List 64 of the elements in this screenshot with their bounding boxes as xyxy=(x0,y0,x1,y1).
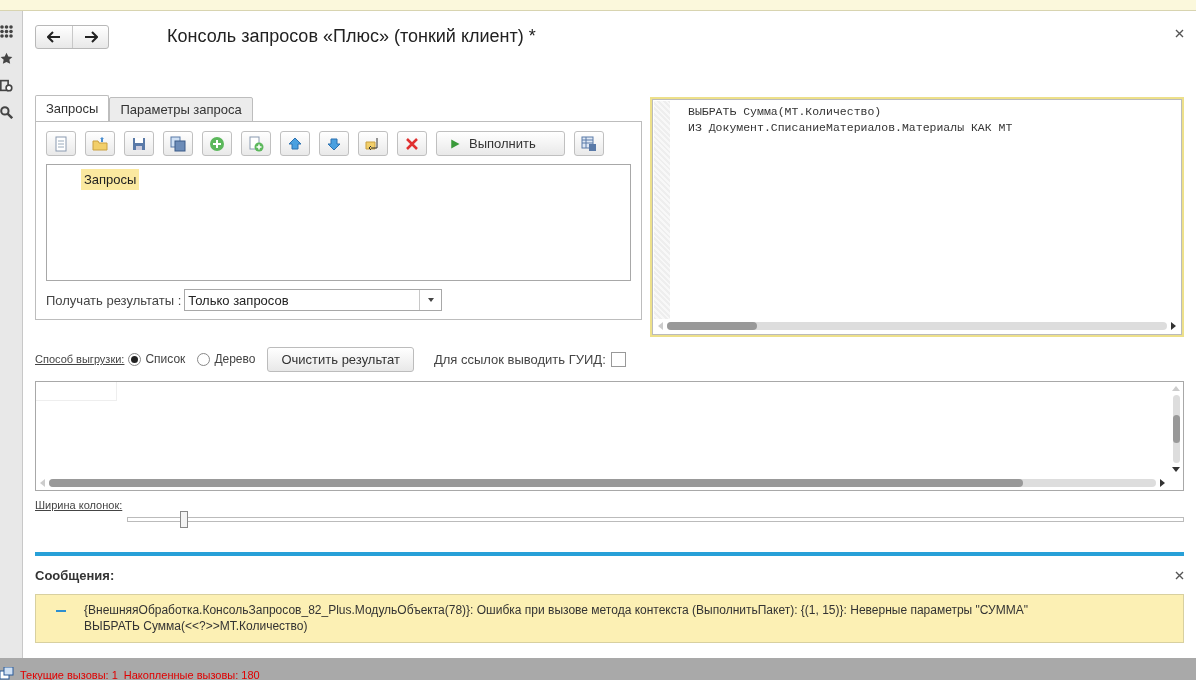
column-width-label[interactable]: Ширина колонок: xyxy=(35,499,123,511)
run-button[interactable]: Выполнить xyxy=(436,131,565,156)
message-text: ВЫБРАТЬ Сумма(<<?>>МТ.Количество) xyxy=(84,618,309,634)
toolbar-button[interactable] xyxy=(280,131,310,156)
scroll-up-icon xyxy=(1172,386,1180,391)
window-title: Консоль запросов «Плюс» (тонкий клиент) * xyxy=(167,26,537,47)
apps-grid-icon[interactable] xyxy=(0,25,13,38)
code-line: ИЗ Документ.СписаниеМатериалов.Материалы КАК МТ xyxy=(688,120,1014,136)
scroll-thumb[interactable] xyxy=(1172,415,1180,443)
toolbar-button[interactable] xyxy=(241,131,271,156)
close-icon xyxy=(1175,29,1184,38)
toolbar-button[interactable] xyxy=(397,131,427,156)
scroll-down-icon xyxy=(1172,467,1180,472)
arrow-left-icon xyxy=(47,31,61,43)
code-line: ВЫБРАТЬ Сумма(МТ.Количество) xyxy=(688,104,883,120)
toolbar-button[interactable] xyxy=(202,131,232,156)
add-document-icon xyxy=(248,135,264,152)
tab[interactable]: Параметры запроса xyxy=(109,97,253,122)
search-icon[interactable] xyxy=(0,106,13,119)
tab[interactable]: Запросы xyxy=(35,95,110,122)
caret-icon xyxy=(427,298,434,302)
add-icon xyxy=(209,135,225,152)
radio-option[interactable]: Список xyxy=(128,352,186,366)
star-icon[interactable] xyxy=(0,52,13,65)
radio-label: Список xyxy=(145,352,186,366)
window-icon[interactable] xyxy=(0,667,14,680)
clear-result-button[interactable]: Очистить результат xyxy=(267,346,414,372)
scroll-left-icon xyxy=(40,479,45,487)
accumulated-calls-text: Накопленные вызовы: 180 xyxy=(123,669,260,680)
results-mode-select[interactable]: Только запросов xyxy=(184,289,443,311)
arrow-up-icon xyxy=(287,135,303,152)
guid-checkbox[interactable] xyxy=(610,351,626,367)
results-mode-label: Получать результаты : xyxy=(46,292,182,308)
arrow-down-icon xyxy=(326,135,342,152)
toolbar-button[interactable] xyxy=(319,131,349,156)
save-icon xyxy=(131,135,147,152)
scroll-thumb[interactable] xyxy=(49,479,1024,487)
play-icon xyxy=(449,137,461,150)
scroll-thumb[interactable] xyxy=(667,322,757,330)
message-text: {ВнешняяОбработка.КонсольЗапросов_82_Plus.МодульОбъекта(78)}: Ошибка при вызове метода контекста (ВыполнитьПакет): {(1, 15)}: Неверные параметры "СУММА" xyxy=(84,602,1028,618)
copy-icon xyxy=(170,135,186,152)
scroll-left-icon xyxy=(658,322,663,330)
table-save-icon xyxy=(580,135,597,152)
toolbar-button[interactable] xyxy=(124,131,154,156)
radio-option[interactable]: Дерево xyxy=(197,352,256,366)
scroll-right-icon xyxy=(1160,479,1165,487)
export-mode-label[interactable]: Способ выгрузки: xyxy=(35,353,125,365)
query-text-editor[interactable]: ВЫБРАТЬ Сумма(МТ.Количество) ИЗ Документ.СписаниеМатериалов.Материалы КАК МТ xyxy=(650,97,1184,337)
toolbar-button[interactable] xyxy=(573,131,604,156)
toolbar-button[interactable] xyxy=(358,131,388,156)
scroll-right-icon xyxy=(1171,322,1176,330)
document-icon xyxy=(53,135,69,152)
delete-icon xyxy=(404,135,420,152)
radio-label: Дерево xyxy=(214,352,256,366)
folder-arrow-icon xyxy=(365,135,381,152)
guid-label: Для ссылок выводить ГУИД: xyxy=(433,351,606,367)
slider-thumb[interactable] xyxy=(179,511,188,528)
messages-title: Сообщения: xyxy=(35,567,116,583)
tree-item[interactable]: Запросы xyxy=(81,169,140,190)
close-icon xyxy=(1175,571,1184,580)
toolbar-button[interactable] xyxy=(163,131,193,156)
history-icon[interactable] xyxy=(0,79,13,92)
arrow-right-icon xyxy=(83,31,98,43)
folder-icon xyxy=(92,135,108,152)
